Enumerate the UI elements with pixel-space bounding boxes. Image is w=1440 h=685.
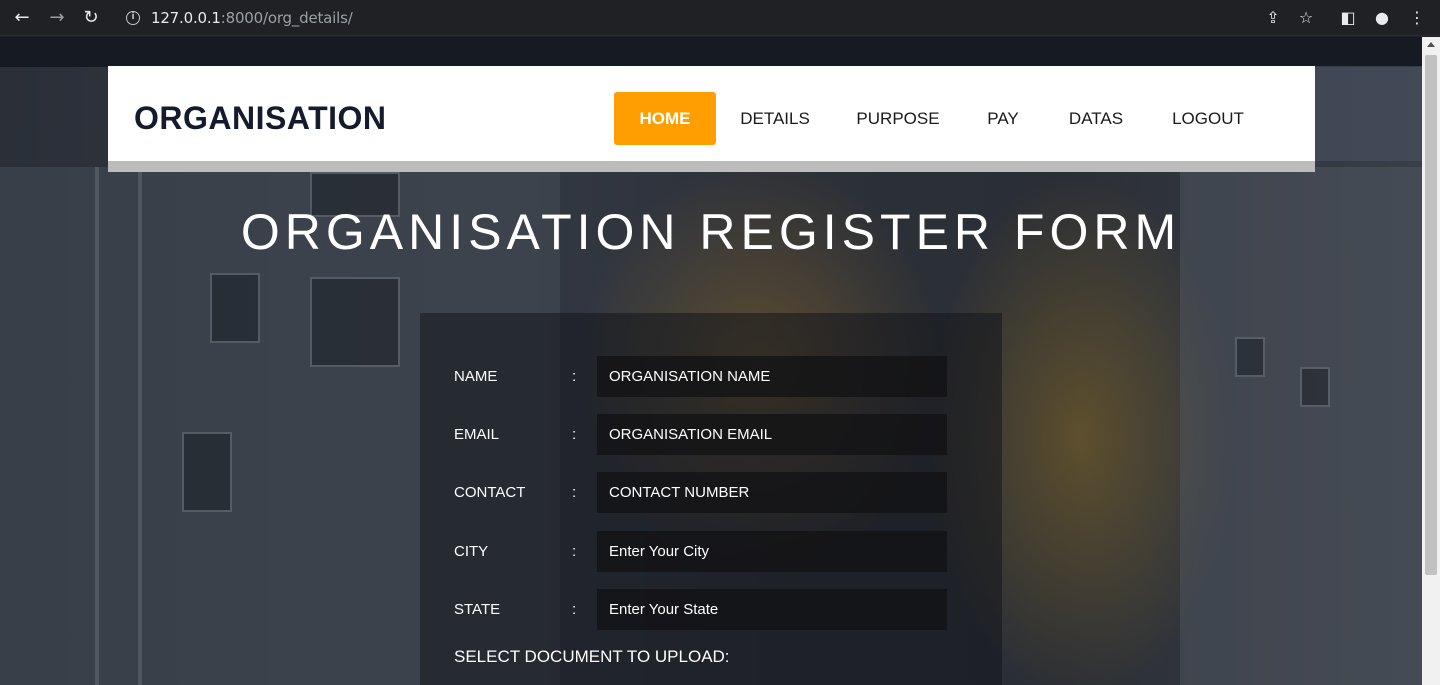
scroll-up-arrow-icon[interactable] — [1427, 42, 1435, 47]
form-row-city: CITY : — [420, 531, 1002, 573]
nav-home[interactable]: HOME — [614, 92, 716, 145]
nav-logout[interactable]: LOGOUT — [1164, 92, 1252, 145]
building-window — [1300, 367, 1330, 407]
url-path: :8000/org_details/ — [220, 9, 353, 27]
scrollbar-thumb[interactable] — [1425, 55, 1437, 575]
site-header: ORGANISATION HOME DETAILS PURPOSE PAY DA… — [108, 66, 1315, 161]
browser-toolbar: ← → ↻ i 127.0.0.1:8000/org_details/ ⇪ ☆ … — [0, 0, 1440, 36]
building-window — [1235, 337, 1265, 377]
name-label: NAME — [454, 368, 498, 385]
side-panel-icon[interactable]: ◧ — [1336, 6, 1360, 30]
contact-input[interactable] — [597, 472, 947, 513]
nav-purpose[interactable]: PURPOSE — [848, 92, 948, 145]
city-label: CITY — [454, 543, 489, 560]
state-label: STATE — [454, 601, 501, 618]
star-icon[interactable]: ☆ — [1294, 6, 1318, 30]
form-row-contact: CONTACT : — [420, 472, 1002, 514]
menu-kebab-icon[interactable]: ⋮ — [1405, 6, 1429, 30]
register-form: NAME : EMAIL : CONTACT : CITY : STATE : … — [420, 313, 1002, 685]
back-arrow-icon[interactable]: ← — [10, 6, 34, 30]
building-window — [310, 277, 400, 367]
city-colon: : — [572, 543, 577, 560]
reload-icon[interactable]: ↻ — [79, 6, 103, 30]
email-label: EMAIL — [454, 426, 500, 443]
contact-label: CONTACT — [454, 484, 526, 501]
contact-colon: : — [572, 484, 577, 501]
form-row-name: NAME : — [420, 356, 1002, 398]
name-colon: : — [572, 368, 577, 385]
name-input[interactable] — [597, 356, 947, 397]
brand-logo-text[interactable]: ORGANISATION — [134, 100, 387, 137]
email-input[interactable] — [597, 414, 947, 455]
info-icon[interactable]: i — [126, 11, 140, 25]
state-input[interactable] — [597, 589, 947, 630]
upload-label: SELECT DOCUMENT TO UPLOAD: — [454, 647, 730, 666]
form-row-state: STATE : — [420, 589, 1002, 631]
city-input[interactable] — [597, 531, 947, 572]
nav-pay[interactable]: PAY — [978, 92, 1028, 145]
header-right-background — [1315, 66, 1422, 161]
url-host: 127.0.0.1 — [151, 9, 221, 27]
page-viewport: ORGANISATION HOME DETAILS PURPOSE PAY DA… — [0, 37, 1422, 685]
page-scrollbar[interactable] — [1422, 37, 1440, 685]
address-bar[interactable]: i 127.0.0.1:8000/org_details/ — [114, 4, 1334, 32]
building-window — [182, 432, 232, 512]
nav-datas[interactable]: DATAS — [1060, 92, 1132, 145]
email-colon: : — [572, 426, 577, 443]
page-title: ORGANISATION REGISTER FORM — [240, 204, 1182, 260]
top-strip — [0, 37, 1422, 67]
share-icon[interactable]: ⇪ — [1261, 6, 1285, 30]
forward-arrow-icon[interactable]: → — [45, 6, 69, 30]
nav-details[interactable]: DETAILS — [730, 92, 820, 145]
form-row-email: EMAIL : — [420, 414, 1002, 456]
state-colon: : — [572, 601, 577, 618]
header-shadow — [108, 161, 1315, 172]
profile-icon[interactable]: ● — [1370, 6, 1394, 30]
url-text: 127.0.0.1:8000/org_details/ — [151, 9, 353, 27]
building-window — [210, 273, 260, 343]
